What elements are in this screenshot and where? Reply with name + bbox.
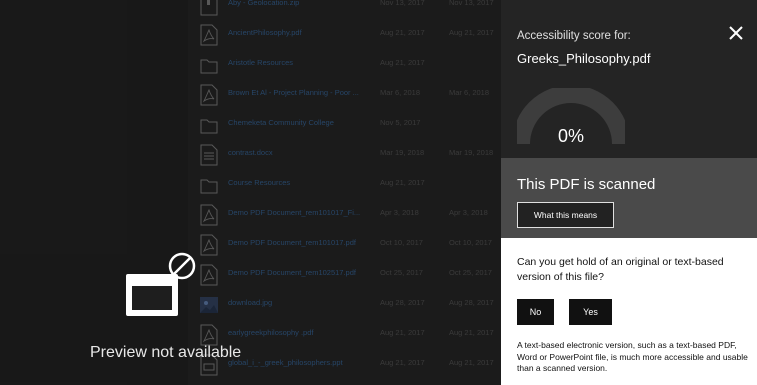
what-this-means-button[interactable]: What this means [517, 202, 614, 228]
no-button[interactable]: No [517, 299, 554, 325]
info-text: A text-based electronic version, such as… [517, 340, 748, 373]
scanned-section: This PDF is scanned What this means [501, 158, 757, 238]
question-section: Can you get hold of an original or text-… [501, 238, 757, 385]
file-name: Greeks_Philosophy.pdf [517, 51, 651, 66]
score-label: Accessibility score for: [517, 30, 631, 42]
yes-button[interactable]: Yes [569, 299, 612, 325]
question-text: Can you get hold of an original or text-… [517, 256, 724, 283]
scanned-heading: This PDF is scanned [517, 176, 656, 193]
preview-not-available-text: Preview not available [90, 344, 242, 361]
preview-unavailable-icon [126, 252, 196, 316]
accessibility-panel: Accessibility score for: Greeks_Philosop… [501, 0, 757, 385]
score-section: Accessibility score for: Greeks_Philosop… [501, 0, 757, 158]
close-icon[interactable] [725, 22, 747, 44]
preview-overlay: Preview not available [0, 0, 501, 385]
score-percentage: 0% [557, 126, 584, 146]
